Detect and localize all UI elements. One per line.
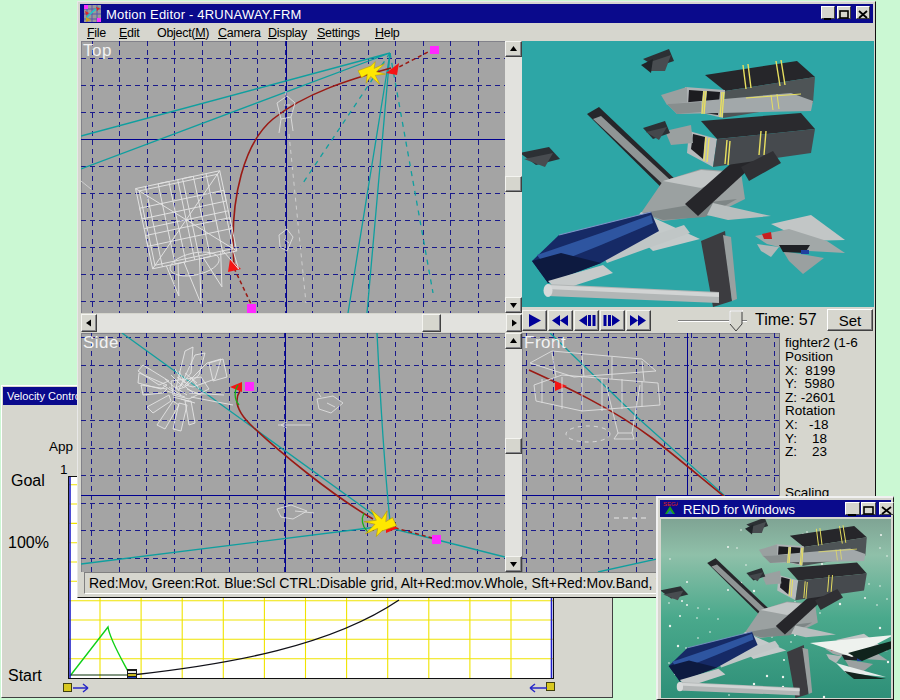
svg-text:SEGA: SEGA (663, 501, 678, 507)
